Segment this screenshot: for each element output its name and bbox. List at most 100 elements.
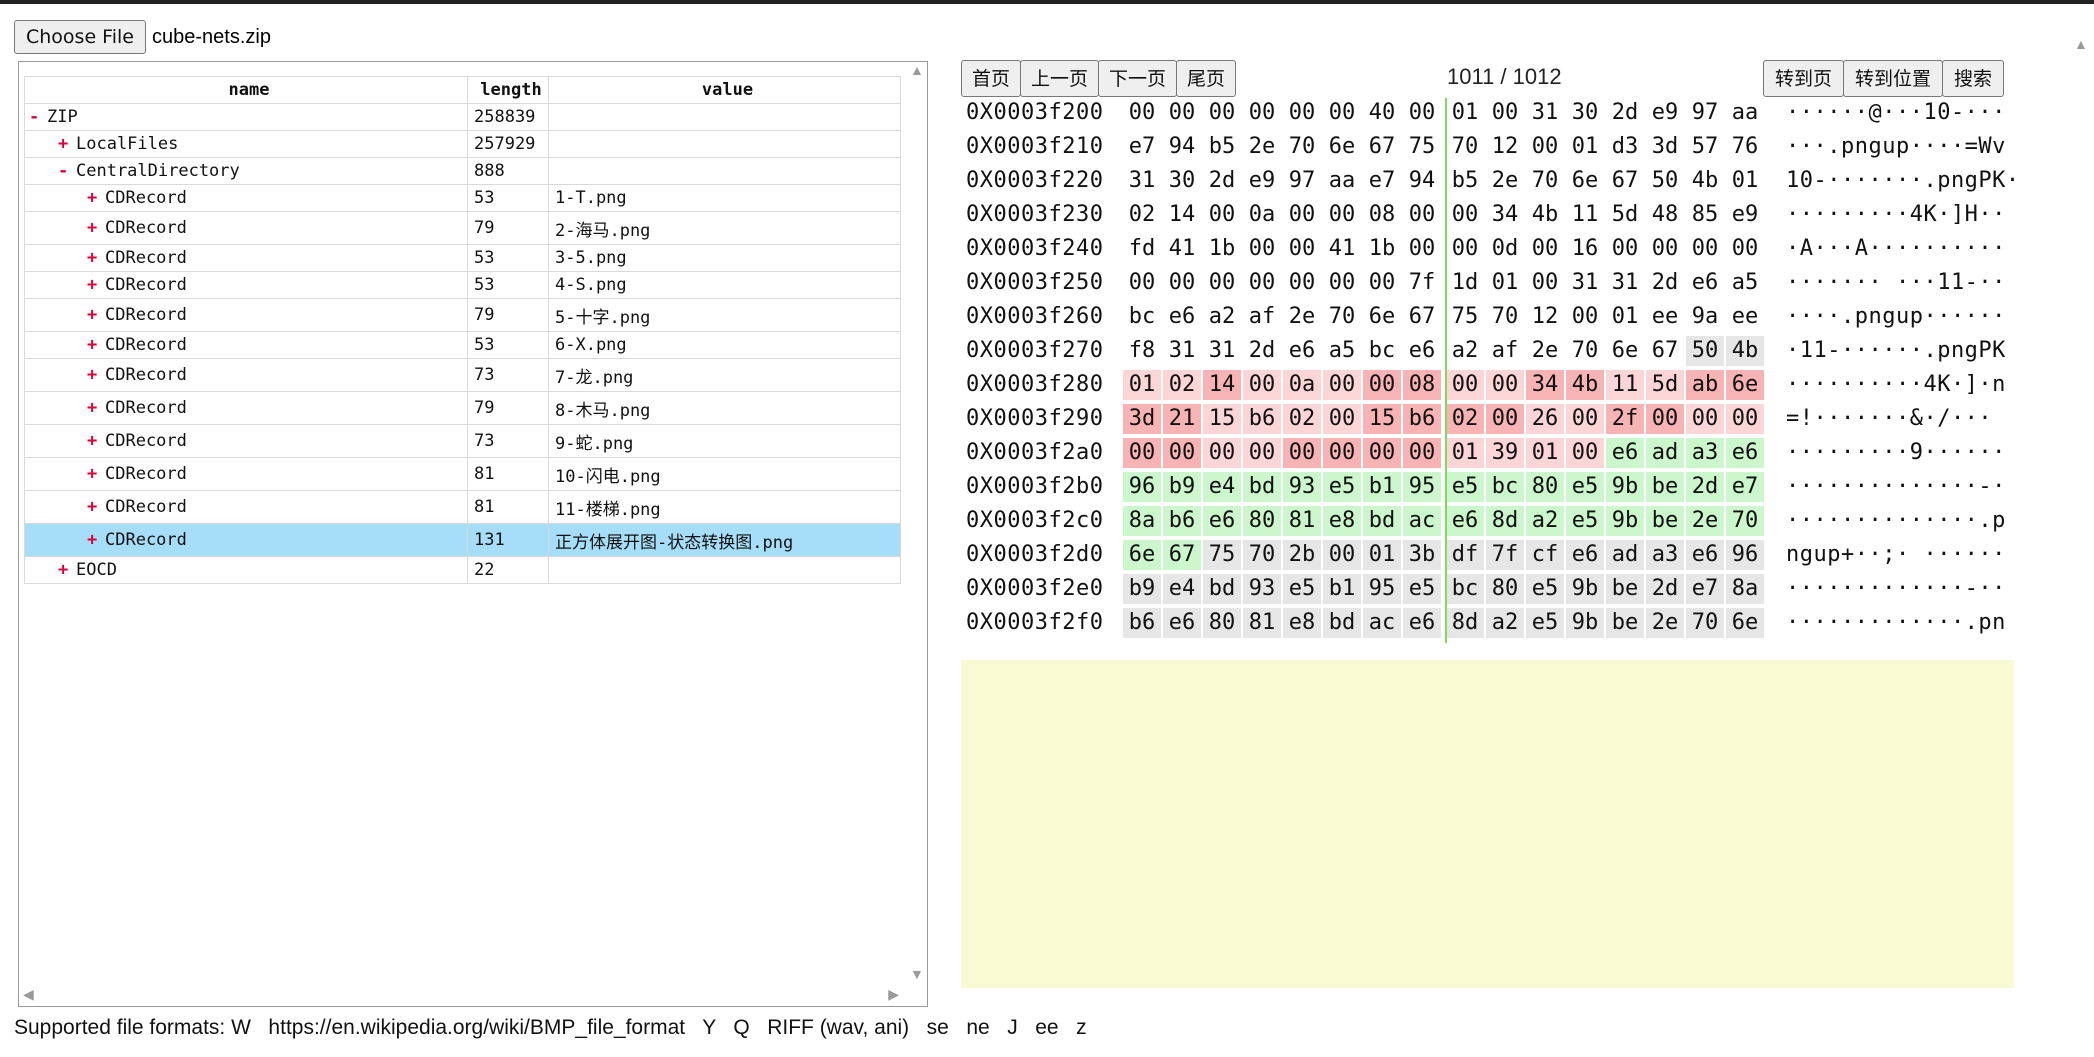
hex-byte[interactable]: 00: [1526, 132, 1564, 162]
next-page-button[interactable]: 下一页: [1098, 60, 1178, 97]
hex-byte[interactable]: 50: [1686, 336, 1724, 366]
hex-byte[interactable]: e5: [1566, 506, 1604, 536]
hex-byte[interactable]: e5: [1526, 574, 1564, 604]
hex-byte[interactable]: 00: [1123, 98, 1161, 128]
hex-byte[interactable]: 93: [1243, 574, 1281, 604]
hex-byte[interactable]: 2e: [1283, 302, 1321, 332]
hex-byte[interactable]: aa: [1726, 98, 1764, 128]
tree-row[interactable]: + CDRecord 81 11-楼梯.png: [24, 490, 901, 524]
hex-byte[interactable]: 00: [1323, 404, 1361, 434]
hex-byte[interactable]: 00: [1566, 302, 1604, 332]
hex-byte[interactable]: 00: [1566, 404, 1604, 434]
hex-byte[interactable]: 15: [1363, 404, 1401, 434]
expand-icon[interactable]: +: [87, 218, 99, 238]
hex-byte[interactable]: 8d: [1446, 608, 1484, 638]
hex-byte[interactable]: 3b: [1403, 540, 1441, 570]
hex-byte[interactable]: 00: [1726, 234, 1764, 264]
hex-byte[interactable]: 34: [1526, 370, 1564, 400]
hex-byte[interactable]: a5: [1323, 336, 1361, 366]
hex-byte[interactable]: e4: [1163, 574, 1201, 604]
hex-byte[interactable]: ad: [1646, 438, 1684, 468]
tree-cell-name[interactable]: + CDRecord: [24, 490, 468, 524]
hex-byte[interactable]: 2d: [1646, 574, 1684, 604]
first-page-button[interactable]: 首页: [961, 60, 1022, 97]
tree-cell-name[interactable]: + CDRecord: [24, 298, 468, 332]
hex-byte[interactable]: 00: [1163, 438, 1201, 468]
tree-row[interactable]: + CDRecord 131 正方体展开图-状态转换图.png: [24, 523, 901, 557]
expand-icon[interactable]: +: [58, 560, 70, 580]
prev-page-button[interactable]: 上一页: [1020, 60, 1100, 97]
tree-row[interactable]: + LocalFiles 257929: [24, 130, 901, 158]
hex-byte[interactable]: 6e: [1123, 540, 1161, 570]
hex-byte[interactable]: 15: [1203, 404, 1241, 434]
collapse-icon[interactable]: -: [58, 161, 70, 181]
hex-byte[interactable]: 70: [1726, 506, 1764, 536]
hex-byte[interactable]: e6: [1203, 506, 1241, 536]
hex-byte[interactable]: aa: [1323, 166, 1361, 196]
hex-byte[interactable]: 5d: [1606, 200, 1644, 230]
hex-byte[interactable]: 00: [1283, 268, 1321, 298]
hex-byte[interactable]: 00: [1403, 438, 1441, 468]
hex-byte[interactable]: fd: [1123, 234, 1161, 264]
tree-cell-name[interactable]: + CDRecord: [24, 271, 468, 299]
hex-byte[interactable]: 6e: [1363, 302, 1401, 332]
hex-byte[interactable]: 6e: [1726, 608, 1764, 638]
hex-byte[interactable]: 14: [1203, 370, 1241, 400]
hex-byte[interactable]: 11: [1606, 370, 1644, 400]
hex-byte[interactable]: 01: [1363, 540, 1401, 570]
hex-byte[interactable]: ee: [1726, 302, 1764, 332]
hex-byte[interactable]: 9b: [1566, 574, 1604, 604]
hex-byte[interactable]: 1b: [1363, 234, 1401, 264]
hex-byte[interactable]: f8: [1123, 336, 1161, 366]
tree-row[interactable]: - ZIP 258839: [24, 103, 901, 131]
hex-byte[interactable]: e8: [1323, 506, 1361, 536]
goto-position-button[interactable]: 转到位置: [1843, 60, 1944, 97]
hex-byte[interactable]: 31: [1606, 268, 1644, 298]
hex-byte[interactable]: 01: [1526, 438, 1564, 468]
hex-byte[interactable]: 00: [1163, 98, 1201, 128]
tree-row[interactable]: + CDRecord 81 10-闪电.png: [24, 457, 901, 491]
hex-byte[interactable]: 97: [1686, 98, 1724, 128]
hex-byte[interactable]: a3: [1646, 540, 1684, 570]
hex-byte[interactable]: e4: [1203, 472, 1241, 502]
hex-byte[interactable]: 70: [1566, 336, 1604, 366]
hex-byte[interactable]: a2: [1526, 506, 1564, 536]
hex-byte[interactable]: 00: [1323, 438, 1361, 468]
expand-icon[interactable]: +: [58, 134, 70, 154]
scroll-right-arrow-icon[interactable]: ▶: [888, 986, 899, 1003]
expand-icon[interactable]: +: [87, 464, 99, 484]
tree-row[interactable]: + EOCD 22: [24, 556, 901, 584]
hex-byte[interactable]: 00: [1486, 98, 1524, 128]
hex-byte[interactable]: 31: [1526, 98, 1564, 128]
hex-byte[interactable]: 76: [1726, 132, 1764, 162]
hex-byte[interactable]: 00: [1566, 438, 1604, 468]
hex-byte[interactable]: 00: [1446, 234, 1484, 264]
hex-byte[interactable]: 01: [1446, 98, 1484, 128]
hex-byte[interactable]: 8a: [1123, 506, 1161, 536]
hex-byte[interactable]: bd: [1323, 608, 1361, 638]
scroll-left-arrow-icon[interactable]: ◀: [23, 986, 34, 1003]
hex-byte[interactable]: 67: [1646, 336, 1684, 366]
hex-byte[interactable]: e6: [1686, 268, 1724, 298]
hex-byte[interactable]: e6: [1606, 438, 1644, 468]
hex-byte[interactable]: 96: [1123, 472, 1161, 502]
hex-byte[interactable]: b5: [1203, 132, 1241, 162]
hex-byte[interactable]: 2e: [1646, 608, 1684, 638]
last-page-button[interactable]: 尾页: [1176, 60, 1237, 97]
hex-byte[interactable]: e5: [1526, 608, 1564, 638]
hex-byte[interactable]: 31: [1163, 336, 1201, 366]
hex-byte[interactable]: 00: [1686, 234, 1724, 264]
hex-byte[interactable]: 00: [1526, 234, 1564, 264]
expand-icon[interactable]: +: [87, 530, 99, 550]
hex-byte[interactable]: 9b: [1566, 608, 1604, 638]
hex-byte[interactable]: b6: [1123, 608, 1161, 638]
hex-byte[interactable]: 95: [1363, 574, 1401, 604]
hex-byte[interactable]: 39: [1486, 438, 1524, 468]
hex-byte[interactable]: 7f: [1403, 268, 1441, 298]
hex-byte[interactable]: 00: [1203, 268, 1241, 298]
hex-byte[interactable]: e6: [1283, 336, 1321, 366]
tree-cell-name[interactable]: + CDRecord: [24, 211, 468, 245]
hex-byte[interactable]: 94: [1163, 132, 1201, 162]
tree-row[interactable]: + CDRecord 79 2-海马.png: [24, 211, 901, 245]
hex-byte[interactable]: 97: [1283, 166, 1321, 196]
